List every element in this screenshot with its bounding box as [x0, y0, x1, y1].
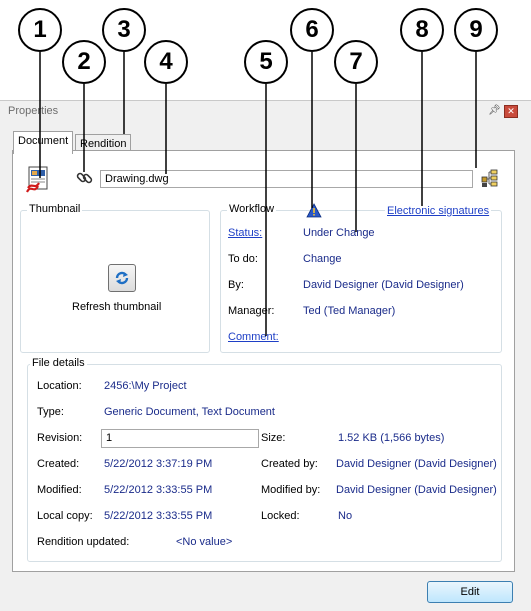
warning-state-icon — [306, 203, 322, 218]
refresh-thumbnail-label[interactable]: Refresh thumbnail — [72, 301, 161, 313]
created-label: Created: — [37, 458, 80, 470]
modified-label: Modified: — [37, 484, 82, 496]
refresh-icon — [115, 271, 129, 285]
callout-7: 7 — [334, 40, 378, 84]
callout-4: 4 — [144, 40, 188, 84]
file-details-group: File details Location: 2456:\My Project … — [27, 357, 502, 562]
callout-3: 3 — [102, 8, 146, 52]
todo-value: Change — [303, 253, 342, 265]
manager-value: Ted (Ted Manager) — [303, 305, 396, 317]
locked-value: No — [338, 510, 353, 522]
close-icon[interactable]: ✕ — [504, 105, 518, 118]
tab-document[interactable]: Document — [13, 131, 74, 154]
tab-rendition-label: Rendition — [80, 138, 127, 150]
type-value: Generic Document, Text Document — [104, 406, 275, 418]
comment-link[interactable]: Comment: — [228, 331, 279, 343]
location-value: 2456:\My Project — [104, 380, 187, 392]
by-label: By: — [228, 279, 244, 291]
local-copy-label: Local copy: — [37, 510, 93, 522]
properties-window: Properties 📌︎ ✕ Document Rendition Drawi… — [0, 100, 531, 611]
link-icon[interactable] — [76, 169, 94, 187]
rendition-updated-label: Rendition updated: — [37, 536, 130, 548]
callout-5: 5 — [244, 40, 288, 84]
revision-value: 1 — [106, 432, 113, 444]
modified-by-value: David Designer (David Designer) — [336, 484, 497, 496]
structure-tree-icon[interactable] — [481, 168, 499, 188]
created-by-value: David Designer (David Designer) — [336, 458, 497, 470]
location-label: Location: — [37, 380, 82, 392]
revision-field[interactable]: 1 — [101, 429, 259, 448]
title-bar: Properties 📌︎ ✕ — [0, 101, 531, 123]
document-tab-page: Drawing.dwg Thumbnail Refresh thumbnail — [12, 150, 515, 572]
tab-document-label: Document — [18, 135, 69, 147]
workflow-group-label: Workflow — [227, 203, 277, 215]
dwg-document-icon[interactable] — [26, 166, 50, 194]
size-label: Size: — [261, 432, 286, 444]
callout-9: 9 — [454, 8, 498, 52]
type-label: Type: — [37, 406, 64, 418]
pin-icon[interactable]: 📌︎ — [488, 105, 501, 116]
size-value: 1.52 KB (1,566 bytes) — [338, 432, 445, 444]
manager-label: Manager: — [228, 305, 275, 317]
refresh-thumbnail-button[interactable] — [108, 264, 136, 292]
revision-label: Revision: — [37, 432, 83, 444]
window-title: Properties — [8, 105, 59, 117]
todo-label: To do: — [228, 253, 258, 265]
thumbnail-group: Thumbnail Refresh thumbnail — [20, 203, 210, 353]
locked-label: Locked: — [261, 510, 300, 522]
by-value: David Designer (David Designer) — [303, 279, 464, 291]
rendition-updated-value: <No value> — [176, 536, 233, 548]
status-link[interactable]: Status: — [228, 227, 262, 239]
modified-value: 5/22/2012 3:33:55 PM — [104, 484, 213, 496]
modified-by-label: Modified by: — [261, 484, 321, 496]
created-by-label: Created by: — [261, 458, 318, 470]
callout-2: 2 — [62, 40, 106, 84]
edit-button[interactable]: Edit — [427, 581, 513, 603]
thumbnail-group-label: Thumbnail — [27, 203, 83, 215]
local-copy-value: 5/22/2012 3:33:55 PM — [104, 510, 213, 522]
electronic-signatures-link[interactable]: Electronic signatures — [385, 205, 492, 217]
workflow-group: Workflow Electronic signatures Status: U… — [220, 203, 502, 353]
created-value: 5/22/2012 3:37:19 PM — [104, 458, 213, 470]
callout-1: 1 — [18, 8, 62, 52]
status-value: Under Change — [303, 227, 375, 239]
callout-8: 8 — [400, 8, 444, 52]
callout-6: 6 — [290, 8, 334, 52]
file-details-group-label: File details — [30, 357, 87, 369]
filename-field[interactable]: Drawing.dwg — [100, 170, 473, 188]
filename-text: Drawing.dwg — [105, 173, 169, 185]
